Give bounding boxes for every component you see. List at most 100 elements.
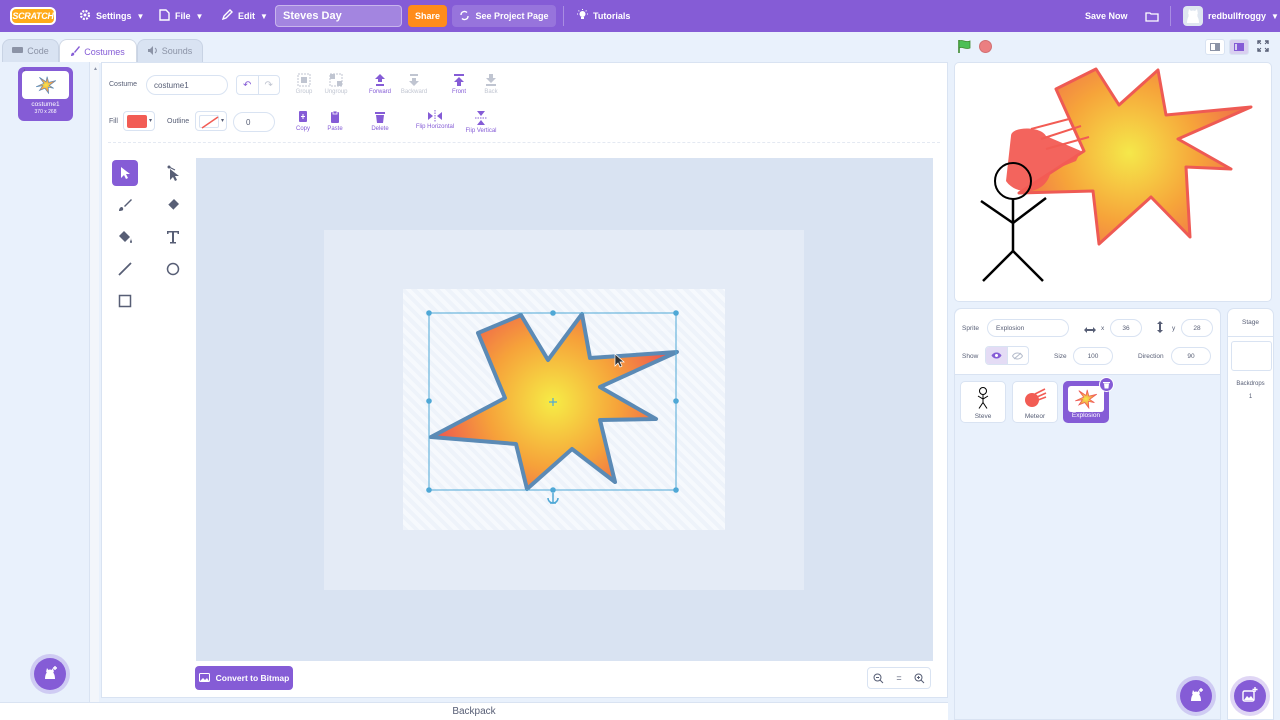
backdrops-count: 1 bbox=[1248, 394, 1253, 400]
backward-button[interactable]: Backward bbox=[398, 73, 430, 95]
back-button[interactable]: Back bbox=[479, 73, 503, 95]
ungroup-button[interactable]: Ungroup bbox=[321, 73, 351, 95]
direction-input[interactable]: 90 bbox=[1171, 347, 1211, 365]
file-label: File bbox=[175, 11, 191, 21]
see-project-label: See Project Page bbox=[475, 11, 549, 21]
username-label: redbullfroggy bbox=[1208, 11, 1266, 21]
brush-icon bbox=[71, 45, 81, 58]
reshape-tool[interactable] bbox=[160, 160, 186, 186]
sprite-tile-meteor[interactable]: Meteor bbox=[1012, 381, 1058, 423]
green-flag-button[interactable] bbox=[957, 39, 971, 57]
sprite-tile-steve[interactable]: Steve bbox=[960, 381, 1006, 423]
settings-label: Settings bbox=[96, 11, 132, 21]
edit-menu[interactable]: Edit ▼ bbox=[221, 0, 268, 32]
stage-target-pane[interactable]: Stage Backdrops 1 bbox=[1227, 308, 1274, 720]
redo-button[interactable]: ↷ bbox=[257, 76, 280, 94]
horizontal-arrows-icon bbox=[1084, 323, 1096, 337]
chevron-down-icon: ▼ bbox=[136, 11, 145, 21]
zoom-out-icon bbox=[873, 673, 884, 683]
show-visible-button[interactable] bbox=[986, 347, 1007, 364]
normal-stage-button[interactable] bbox=[1229, 39, 1249, 55]
x-input[interactable]: 36 bbox=[1110, 319, 1142, 337]
share-button[interactable]: Share bbox=[408, 5, 447, 27]
reshape-icon bbox=[167, 165, 179, 181]
zoom-in-button[interactable] bbox=[909, 668, 930, 688]
tab-sounds[interactable]: Sounds bbox=[137, 39, 203, 62]
stage-thumbnail bbox=[1231, 341, 1272, 371]
stage-render bbox=[980, 67, 1253, 282]
costume-name-input[interactable]: costume1 bbox=[146, 75, 228, 95]
fullscreen-button[interactable] bbox=[1257, 40, 1269, 55]
explosion-costume-drawing[interactable] bbox=[420, 305, 695, 515]
backdrops-label: Backdrops bbox=[1236, 381, 1265, 387]
zoom-out-button[interactable] bbox=[868, 668, 889, 688]
save-now-button[interactable]: Save Now bbox=[1085, 0, 1128, 32]
settings-menu[interactable]: Settings ▼ bbox=[79, 0, 144, 32]
scratch-logo[interactable]: SCRATCH bbox=[10, 7, 56, 25]
fill-tool[interactable] bbox=[112, 224, 138, 250]
chevron-down-icon: ▼ bbox=[195, 11, 204, 21]
sprite-name: Explosion bbox=[1071, 412, 1101, 419]
costume-list-scrollbar[interactable]: ▲ bbox=[89, 62, 99, 702]
backpack-bar[interactable]: Backpack bbox=[0, 702, 948, 720]
fill-color-picker[interactable]: ▾ bbox=[123, 111, 155, 131]
account-menu[interactable]: redbullfroggy ▼ bbox=[1183, 0, 1279, 32]
circle-icon bbox=[166, 262, 180, 276]
sprite-name-input[interactable]: Explosion bbox=[987, 319, 1069, 337]
size-input[interactable]: 100 bbox=[1073, 347, 1113, 365]
flip-horizontal-button[interactable]: Flip Horizontal bbox=[412, 110, 458, 130]
gear-icon bbox=[79, 9, 91, 24]
add-sprite-button[interactable] bbox=[1180, 680, 1212, 712]
flip-vertical-button[interactable]: Flip Vertical bbox=[462, 110, 500, 134]
show-hidden-button[interactable] bbox=[1006, 347, 1029, 364]
delete-sprite-button[interactable] bbox=[1099, 377, 1114, 392]
flip-horizontal-icon bbox=[428, 110, 442, 122]
menu-bar: SCRATCH Settings ▼ File ▼ Edit ▼ Steves … bbox=[0, 0, 1280, 32]
text-tool[interactable] bbox=[160, 224, 186, 250]
rectangle-tool[interactable] bbox=[112, 288, 138, 314]
y-input[interactable]: 28 bbox=[1181, 319, 1213, 337]
project-title-input[interactable]: Steves Day bbox=[275, 5, 402, 27]
see-project-page-button[interactable]: See Project Page bbox=[452, 5, 556, 27]
brush-tool[interactable] bbox=[112, 192, 138, 218]
tab-costumes[interactable]: Costumes bbox=[59, 39, 137, 63]
divider bbox=[108, 142, 940, 143]
outline-width-input[interactable]: 0 bbox=[233, 112, 275, 132]
convert-to-bitmap-button[interactable]: Convert to Bitmap bbox=[195, 666, 293, 690]
forward-button[interactable]: Forward bbox=[366, 73, 394, 95]
delete-button[interactable]: Delete bbox=[368, 110, 392, 132]
chevron-down-icon: ▾ bbox=[148, 118, 152, 124]
costume-tile[interactable]: 1 costume1 370 x 268 bbox=[18, 67, 73, 121]
tab-code[interactable]: Code bbox=[2, 39, 59, 62]
direction-label: Direction bbox=[1138, 353, 1164, 360]
eraser-tool[interactable] bbox=[160, 192, 186, 218]
front-button[interactable]: Front bbox=[447, 73, 471, 95]
my-stuff-icon[interactable] bbox=[1145, 0, 1159, 32]
group-button[interactable]: Group bbox=[291, 73, 317, 95]
chevron-up-icon[interactable]: ▲ bbox=[93, 66, 98, 72]
x-label: x bbox=[1101, 325, 1105, 332]
brush-icon bbox=[119, 199, 132, 211]
undo-button[interactable]: ↶ bbox=[237, 76, 258, 94]
fill-color-swatch bbox=[127, 115, 147, 128]
copy-button[interactable]: Copy bbox=[291, 110, 315, 132]
add-costume-button[interactable] bbox=[34, 658, 66, 690]
paste-button[interactable]: Paste bbox=[323, 110, 347, 132]
add-backdrop-button[interactable] bbox=[1234, 680, 1266, 712]
trash-icon bbox=[1103, 381, 1110, 388]
stop-button[interactable] bbox=[979, 40, 992, 53]
small-stage-button[interactable] bbox=[1205, 39, 1225, 55]
select-tool[interactable] bbox=[112, 160, 138, 186]
line-tool[interactable] bbox=[112, 256, 138, 282]
chevron-down-icon: ▾ bbox=[220, 118, 224, 124]
outline-label: Outline bbox=[167, 118, 190, 125]
outline-color-picker[interactable]: ▾ bbox=[195, 111, 227, 131]
image-icon bbox=[198, 672, 210, 684]
tutorials-button[interactable]: Tutorials bbox=[577, 0, 630, 32]
file-menu[interactable]: File ▼ bbox=[159, 0, 203, 32]
front-icon bbox=[454, 74, 464, 86]
circle-tool[interactable] bbox=[160, 256, 186, 282]
stage[interactable] bbox=[954, 62, 1272, 302]
zoom-reset-button[interactable]: = bbox=[889, 668, 910, 688]
eraser-icon bbox=[167, 199, 179, 211]
